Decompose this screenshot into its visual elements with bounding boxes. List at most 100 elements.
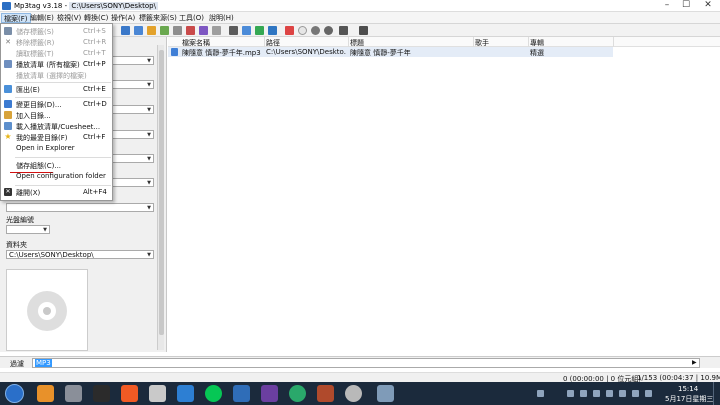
menu-actions[interactable]: 操作(A): [109, 13, 137, 23]
cd-icon[interactable]: [298, 26, 307, 35]
text-file-icon[interactable]: [160, 26, 169, 35]
menu-item-remove-tag[interactable]: ✕ 移除標籤(R) Ctrl+R: [1, 37, 112, 48]
scrollbar-thumb[interactable]: [159, 50, 164, 335]
filter-go-arrow-icon[interactable]: ▶: [692, 359, 697, 366]
menu-edit[interactable]: 編輯(E): [28, 13, 56, 23]
refresh-icon[interactable]: [311, 26, 320, 35]
tray-battery-icon[interactable]: [580, 390, 587, 397]
tray-security-icon[interactable]: [632, 390, 639, 397]
list-header: 檔案名稱 路徑 標題 歌手 專輯: [168, 37, 720, 47]
menu-item-save-tag[interactable]: 儲存標籤(S) Ctrl+S: [1, 26, 112, 37]
dropdown-arrow-icon[interactable]: ▼: [147, 205, 151, 211]
menu-item-load-playlist[interactable]: 載入播放清單/Cuesheet...: [1, 121, 112, 132]
menu-file[interactable]: 檔案(F): [1, 13, 31, 23]
start-button[interactable]: [5, 384, 24, 403]
show-desktop-button[interactable]: [713, 382, 720, 405]
menu-item-change-directory[interactable]: 變更目錄(D)... Ctrl+D: [1, 99, 112, 110]
taskbar-app-disc-icon[interactable]: [345, 385, 362, 402]
dropdown-arrow-icon[interactable]: ▼: [147, 82, 151, 88]
menu-item-export[interactable]: 匯出(E) Ctrl+E: [1, 84, 112, 95]
amazon-icon[interactable]: [285, 26, 294, 35]
taskbar-app-line-icon[interactable]: [205, 385, 222, 402]
dropdown-arrow-icon[interactable]: ▼: [147, 132, 151, 138]
taskbar-recycle-bin-icon[interactable]: [377, 385, 394, 402]
menu-convert[interactable]: 轉換(C): [82, 13, 110, 23]
close-button[interactable]: ✕: [697, 0, 719, 12]
clock-time[interactable]: 15:14: [678, 385, 698, 393]
freedb-icon[interactable]: [242, 26, 251, 35]
menu-item-playlist-selected[interactable]: 播放清單 (選擇的檔案): [1, 70, 112, 81]
discogs-icon[interactable]: [268, 26, 277, 35]
menu-item-save-config[interactable]: 儲存組態(C)...: [1, 160, 112, 171]
folder-value: C:\Users\SONY\Desktop\: [9, 251, 94, 259]
tag-source-icon[interactable]: [121, 26, 130, 35]
menu-item-open-config-folder[interactable]: Open configuration folder: [1, 171, 112, 182]
menu-item-read-tag[interactable]: 讀取標籤(T) Ctrl+T: [1, 48, 112, 59]
folder-label: 資料夾: [6, 241, 27, 249]
menu-item-open-explorer[interactable]: Open in Explorer: [1, 143, 112, 154]
menu-item-exit[interactable]: ✕ 離開(X) Alt+F4: [1, 187, 112, 198]
menu-tools[interactable]: 工具(O): [177, 13, 206, 23]
filename-tag-icon[interactable]: [147, 26, 156, 35]
menu-item-playlist-all[interactable]: 播放清單 (所有檔案) Ctrl+P: [1, 59, 112, 70]
case-conversion-icon[interactable]: [212, 26, 221, 35]
windows-taskbar: 15:14 5月17日星期三: [0, 382, 720, 405]
taskbar-app-network-icon[interactable]: [177, 385, 194, 402]
taskbar-app-photo-icon[interactable]: [317, 385, 334, 402]
dropdown-arrow-icon[interactable]: ▼: [43, 227, 47, 233]
panel-scrollbar[interactable]: [157, 45, 164, 350]
dropdown-arrow-icon[interactable]: ▼: [147, 58, 151, 64]
cell-title: 陳隨意 慎靜-夢千年: [350, 49, 411, 57]
exit-icon: ✕: [4, 188, 12, 196]
taskbar-app-folder-icon[interactable]: [37, 385, 54, 402]
taskbar-app-brave-icon[interactable]: [121, 385, 138, 402]
comment-combo[interactable]: ▼: [6, 203, 154, 212]
menu-view[interactable]: 檢視(V): [55, 13, 83, 23]
dropdown-arrow-icon[interactable]: ▼: [147, 180, 151, 186]
file-list: 檔案名稱 路徑 標題 歌手 專輯 陳隨意 慎靜-夢千年.mp3 C:\Users…: [168, 37, 720, 352]
clock-date[interactable]: 5月17日星期三: [665, 394, 713, 404]
taskbar-app-mp3tag-icon[interactable]: [233, 385, 250, 402]
settings-wrench-icon[interactable]: [339, 26, 348, 35]
filter-input[interactable]: MP3: [32, 358, 700, 368]
menu-item-add-directory[interactable]: 加入目錄...: [1, 110, 112, 121]
menu-item-favorites[interactable]: ★ 我的最愛目錄(F) Ctrl+F: [1, 132, 112, 143]
export-tb-icon[interactable]: [199, 26, 208, 35]
tray-input-icon[interactable]: [619, 390, 626, 397]
tray-flag-icon[interactable]: [645, 390, 652, 397]
action-icon[interactable]: [186, 26, 195, 35]
add-directory-icon: [4, 111, 12, 119]
tray-expand-icon[interactable]: [567, 390, 574, 397]
cell-album: 精選: [530, 49, 544, 57]
tag-filename-icon[interactable]: [134, 26, 143, 35]
musicbrainz-icon[interactable]: [255, 26, 264, 35]
toolbar: [113, 24, 720, 37]
disc-number-combo[interactable]: ▼: [6, 225, 50, 234]
taskbar-app-download-icon[interactable]: [289, 385, 306, 402]
tray-pen-icon[interactable]: [537, 390, 544, 397]
menu-help[interactable]: 說明(H): [207, 13, 236, 23]
format-icon[interactable]: [173, 26, 182, 35]
dropdown-arrow-icon[interactable]: ▼: [147, 107, 151, 113]
filter-bar: 過濾 MP3 ▶: [0, 356, 720, 368]
taskbar-app-media-icon[interactable]: [261, 385, 278, 402]
tray-network-icon[interactable]: [593, 390, 600, 397]
app-title: Mp3tag v3.18 -: [14, 2, 70, 10]
minimize-button[interactable]: –: [658, 0, 676, 12]
wrench-icon[interactable]: [359, 26, 368, 35]
options-icon[interactable]: [324, 26, 333, 35]
dropdown-arrow-icon[interactable]: ▼: [147, 156, 151, 162]
taskbar-app-checklist-icon[interactable]: [149, 385, 166, 402]
folder-combo[interactable]: C:\Users\SONY\Desktop\ ▼: [6, 250, 154, 259]
title-bar: Mp3tag v3.18 - C:\Users\SONY\Desktop\ – …: [0, 0, 720, 12]
taskbar-app-fox-icon[interactable]: [93, 385, 110, 402]
cover-art[interactable]: [6, 269, 88, 351]
taskbar-app-server-icon[interactable]: [65, 385, 82, 402]
remove-icon: ✕: [5, 38, 11, 46]
table-row[interactable]: 陳隨意 慎靜-夢千年.mp3 C:\Users\SONY\Deskto... 陳…: [168, 47, 613, 57]
auto-number-icon[interactable]: [229, 26, 238, 35]
tray-volume-icon[interactable]: [606, 390, 613, 397]
menu-tag-sources[interactable]: 標籤來源(S): [137, 13, 179, 23]
maximize-button[interactable]: ☐: [677, 0, 695, 12]
dropdown-arrow-icon[interactable]: ▼: [147, 252, 151, 258]
